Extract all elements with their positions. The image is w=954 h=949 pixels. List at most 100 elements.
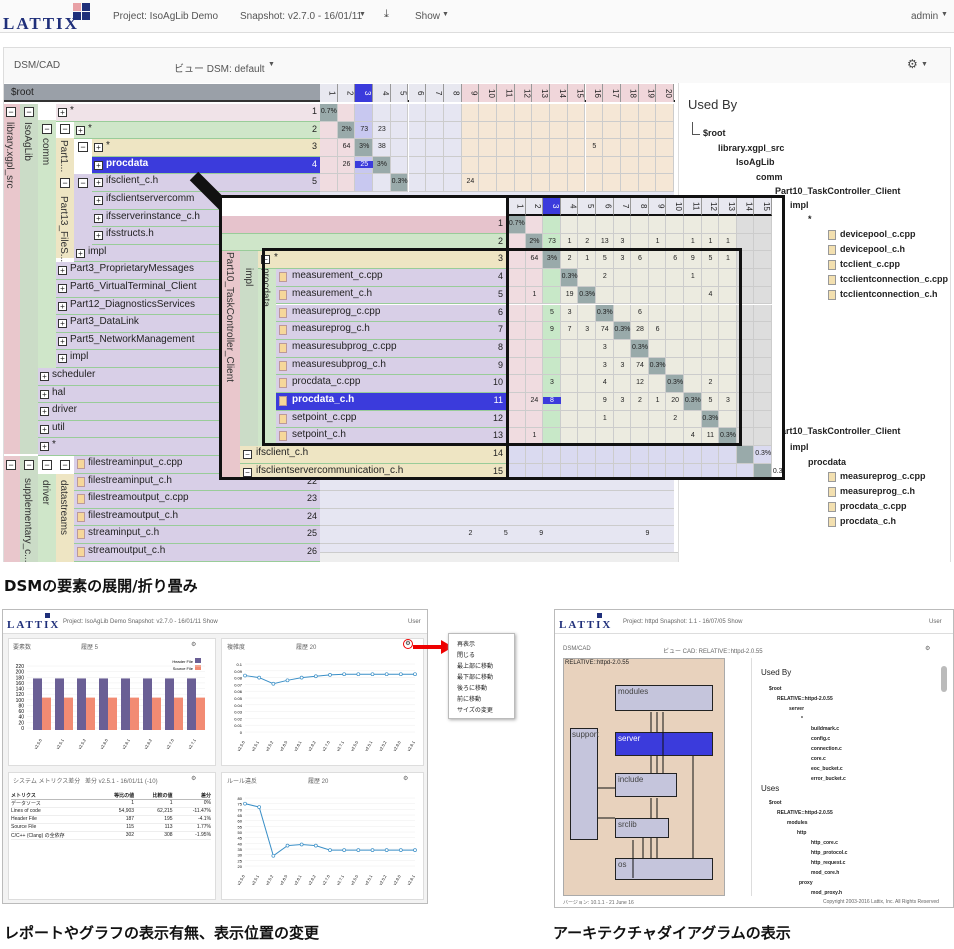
tree-node[interactable]: config.c (811, 736, 830, 742)
dsm-row[interactable]: streaminput_c.h 25 (74, 526, 320, 544)
matrix-cell[interactable] (497, 121, 515, 140)
menu-item[interactable]: 後ろに移動 (457, 683, 487, 692)
matrix-value[interactable]: 2 (462, 530, 480, 537)
arch-tab[interactable]: DSM/CAD (563, 646, 591, 652)
matrix-cell[interactable] (320, 156, 338, 175)
matrix-cell[interactable] (596, 463, 614, 477)
nav-show[interactable]: Show (415, 11, 440, 22)
matrix-value[interactable]: 2 (578, 238, 596, 245)
tree-node[interactable]: devicepool_c.cpp (840, 229, 916, 239)
matrix-cell[interactable] (638, 139, 657, 157)
matrix-cell[interactable] (638, 104, 657, 122)
expand-icon[interactable]: + (76, 125, 85, 135)
matrix-cell[interactable] (613, 446, 632, 464)
collapse-icon[interactable]: − (60, 460, 70, 470)
matrix-cell[interactable] (701, 216, 720, 234)
matrix-cell[interactable] (603, 139, 621, 157)
matrix-cell[interactable] (585, 121, 604, 140)
column-header-cell[interactable]: 2 (337, 84, 356, 102)
dsm-row[interactable]: 1 (222, 216, 506, 234)
tree-node[interactable]: connection.c (811, 746, 842, 752)
column-header-cell[interactable]: 7 (426, 84, 444, 102)
tree-node[interactable]: Part10_TaskController_Client (775, 426, 900, 436)
matrix-cell[interactable] (754, 269, 772, 287)
matrix-cell[interactable] (525, 463, 544, 477)
matrix-value[interactable]: 26 (338, 161, 356, 168)
matrix-value[interactable]: 3 (614, 238, 632, 245)
matrix-cell[interactable] (514, 121, 533, 140)
matrix-cell[interactable] (443, 104, 462, 122)
matrix-value[interactable]: 2% (338, 126, 356, 133)
column-header-cell[interactable]: 9 (648, 198, 667, 216)
menu-item[interactable]: サイズの変更 (457, 705, 493, 714)
matrix-cell[interactable] (479, 121, 497, 140)
column-header-cell[interactable]: 5 (390, 84, 409, 102)
matrix-cell[interactable] (543, 446, 561, 464)
matrix-cell[interactable] (648, 446, 667, 464)
arch-nav[interactable]: Project: httpd Snapshot: 1.1 - 16/07/05 … (623, 619, 742, 625)
matrix-cell[interactable] (426, 121, 444, 140)
dsm-row[interactable]: + * 2 (74, 121, 320, 140)
tree-node[interactable]: http_protocol.c (811, 850, 847, 856)
scrollbar-vertical[interactable] (941, 666, 947, 692)
tree-node[interactable]: $root (769, 686, 782, 692)
matrix-cell[interactable] (514, 156, 533, 175)
matrix-value[interactable]: 73 (355, 126, 373, 133)
matrix-cell[interactable] (479, 174, 497, 192)
tree-node[interactable]: mod_core.h (811, 870, 839, 876)
matrix-cell[interactable] (497, 104, 515, 122)
matrix-cell[interactable] (736, 446, 755, 464)
matrix-cell[interactable] (719, 216, 737, 234)
expand-icon[interactable]: + (94, 196, 103, 205)
matrix-cell[interactable] (638, 121, 657, 140)
matrix-value[interactable]: 0.7% (320, 108, 338, 115)
matrix-cell[interactable] (754, 233, 772, 252)
matrix-cell[interactable] (560, 463, 579, 477)
matrix-cell[interactable] (426, 174, 444, 192)
matrix-cell[interactable] (514, 139, 533, 157)
matrix-cell[interactable] (408, 121, 427, 140)
column-header-cell[interactable]: 8 (631, 198, 649, 216)
matrix-cell[interactable] (532, 104, 551, 122)
arch-logo[interactable]: LATTIX (559, 619, 612, 631)
matrix-value[interactable]: 9 (639, 530, 657, 537)
matrix-cell[interactable] (532, 139, 551, 157)
matrix-cell[interactable] (736, 463, 755, 477)
column-header-cell[interactable]: 10 (479, 84, 497, 102)
tree-node[interactable]: comm (756, 172, 783, 182)
panel-select[interactable]: 差分 v2.5.1 - 16/01/11 (-10) (85, 776, 158, 785)
matrix-cell[interactable] (754, 410, 772, 429)
panel-select[interactable]: 履歴 20 (308, 776, 328, 785)
matrix-cell[interactable] (567, 139, 586, 157)
tab-dsm-cad[interactable]: DSM/CAD (14, 60, 60, 71)
column-header-cell[interactable]: 8 (443, 84, 462, 102)
matrix-value[interactable]: 1 (719, 238, 737, 245)
matrix-value[interactable]: 24 (462, 178, 480, 185)
matrix-cell[interactable] (497, 174, 515, 192)
column-header-cell[interactable]: 9 (461, 84, 480, 102)
matrix-cell[interactable] (567, 174, 586, 192)
tree-node[interactable]: * (808, 214, 812, 224)
dsm-row[interactable]: filestreamoutput_c.cpp 23 (74, 491, 320, 509)
column-header-cell[interactable]: 16 (585, 84, 604, 102)
matrix-value[interactable]: 1 (684, 238, 702, 245)
column-header-cell[interactable]: 4 (560, 198, 579, 216)
matrix-cell[interactable] (631, 446, 649, 464)
tree-node[interactable]: tcclientconnection_c.cpp (840, 274, 948, 284)
matrix-cell[interactable] (656, 121, 674, 140)
gear-icon[interactable]: ⚙ (191, 641, 196, 648)
tree-node[interactable]: IsoAgLib (736, 157, 775, 167)
matrix-cell[interactable] (754, 393, 772, 411)
matrix-cell[interactable] (666, 463, 684, 477)
matrix-cell[interactable] (550, 174, 568, 192)
column-header-cell[interactable]: 13 (532, 84, 551, 102)
nav-project[interactable]: Project: IsoAgLib Demo (113, 11, 218, 22)
matrix-cell[interactable] (461, 139, 480, 157)
matrix-cell[interactable] (408, 139, 427, 157)
tree-node[interactable]: tcclientconnection_c.h (840, 289, 938, 299)
matrix-cell[interactable] (461, 121, 480, 140)
matrix-cell[interactable] (596, 216, 614, 234)
matrix-cell[interactable] (656, 156, 674, 175)
tree-node[interactable]: procdata (808, 457, 846, 467)
tree-node[interactable]: $root (703, 128, 726, 138)
